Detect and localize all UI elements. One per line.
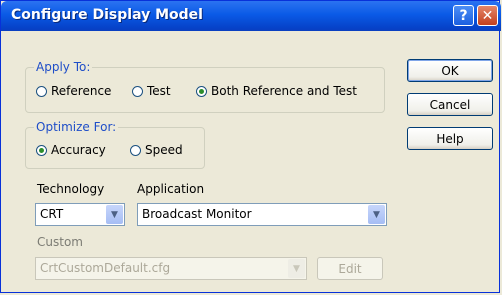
radio-both[interactable]: Both Reference and Test: [196, 84, 357, 98]
optimize-for-legend: Optimize For:: [34, 120, 119, 134]
custom-value: CrtCustomDefault.cfg: [40, 261, 171, 275]
technology-select[interactable]: CRT ▼: [35, 203, 125, 226]
edit-button: Edit: [317, 257, 383, 280]
apply-to-group: Apply To: Reference Test Both Reference …: [25, 60, 385, 113]
application-value: Broadcast Monitor: [142, 207, 252, 221]
custom-label: Custom: [37, 235, 83, 249]
close-icon[interactable]: ✕: [477, 5, 498, 26]
chevron-down-icon[interactable]: ▼: [106, 205, 123, 224]
custom-select: CrtCustomDefault.cfg ▼: [35, 257, 307, 280]
help-button[interactable]: Help: [407, 127, 493, 150]
radio-speed-icon: [130, 144, 141, 156]
application-label: Application: [137, 182, 205, 196]
window-title: Configure Display Model: [11, 7, 203, 23]
technology-value: CRT: [40, 207, 64, 221]
radio-reference-icon: [36, 85, 47, 97]
close-glyph: ✕: [481, 7, 494, 24]
radio-speed[interactable]: Speed: [130, 143, 183, 157]
dialog-window: Configure Display Model ? ✕ Apply To: Re…: [0, 0, 501, 293]
radio-reference[interactable]: Reference: [36, 84, 111, 98]
chevron-down-icon[interactable]: ▼: [368, 205, 385, 224]
technology-label: Technology: [37, 182, 105, 196]
radio-accuracy[interactable]: Accuracy: [36, 143, 106, 157]
radio-test-icon: [132, 85, 143, 97]
radio-test[interactable]: Test: [132, 84, 171, 98]
radio-accuracy-label: Accuracy: [51, 143, 106, 157]
application-select[interactable]: Broadcast Monitor ▼: [137, 203, 387, 226]
cancel-button[interactable]: Cancel: [407, 93, 493, 116]
apply-to-legend: Apply To:: [34, 60, 93, 74]
help-question-icon[interactable]: ?: [453, 5, 474, 26]
chevron-down-icon: ▼: [288, 259, 305, 278]
help-glyph: ?: [459, 7, 468, 24]
radio-both-icon: [196, 85, 207, 97]
radio-both-label: Both Reference and Test: [211, 84, 357, 98]
radio-accuracy-icon: [36, 144, 47, 156]
radio-test-label: Test: [147, 84, 171, 98]
radio-reference-label: Reference: [51, 84, 112, 98]
optimize-for-group: Optimize For: Accuracy Speed: [25, 120, 205, 169]
title-bar: Configure Display Model ? ✕: [1, 1, 501, 31]
ok-button[interactable]: OK: [407, 59, 493, 82]
radio-speed-label: Speed: [145, 143, 183, 157]
